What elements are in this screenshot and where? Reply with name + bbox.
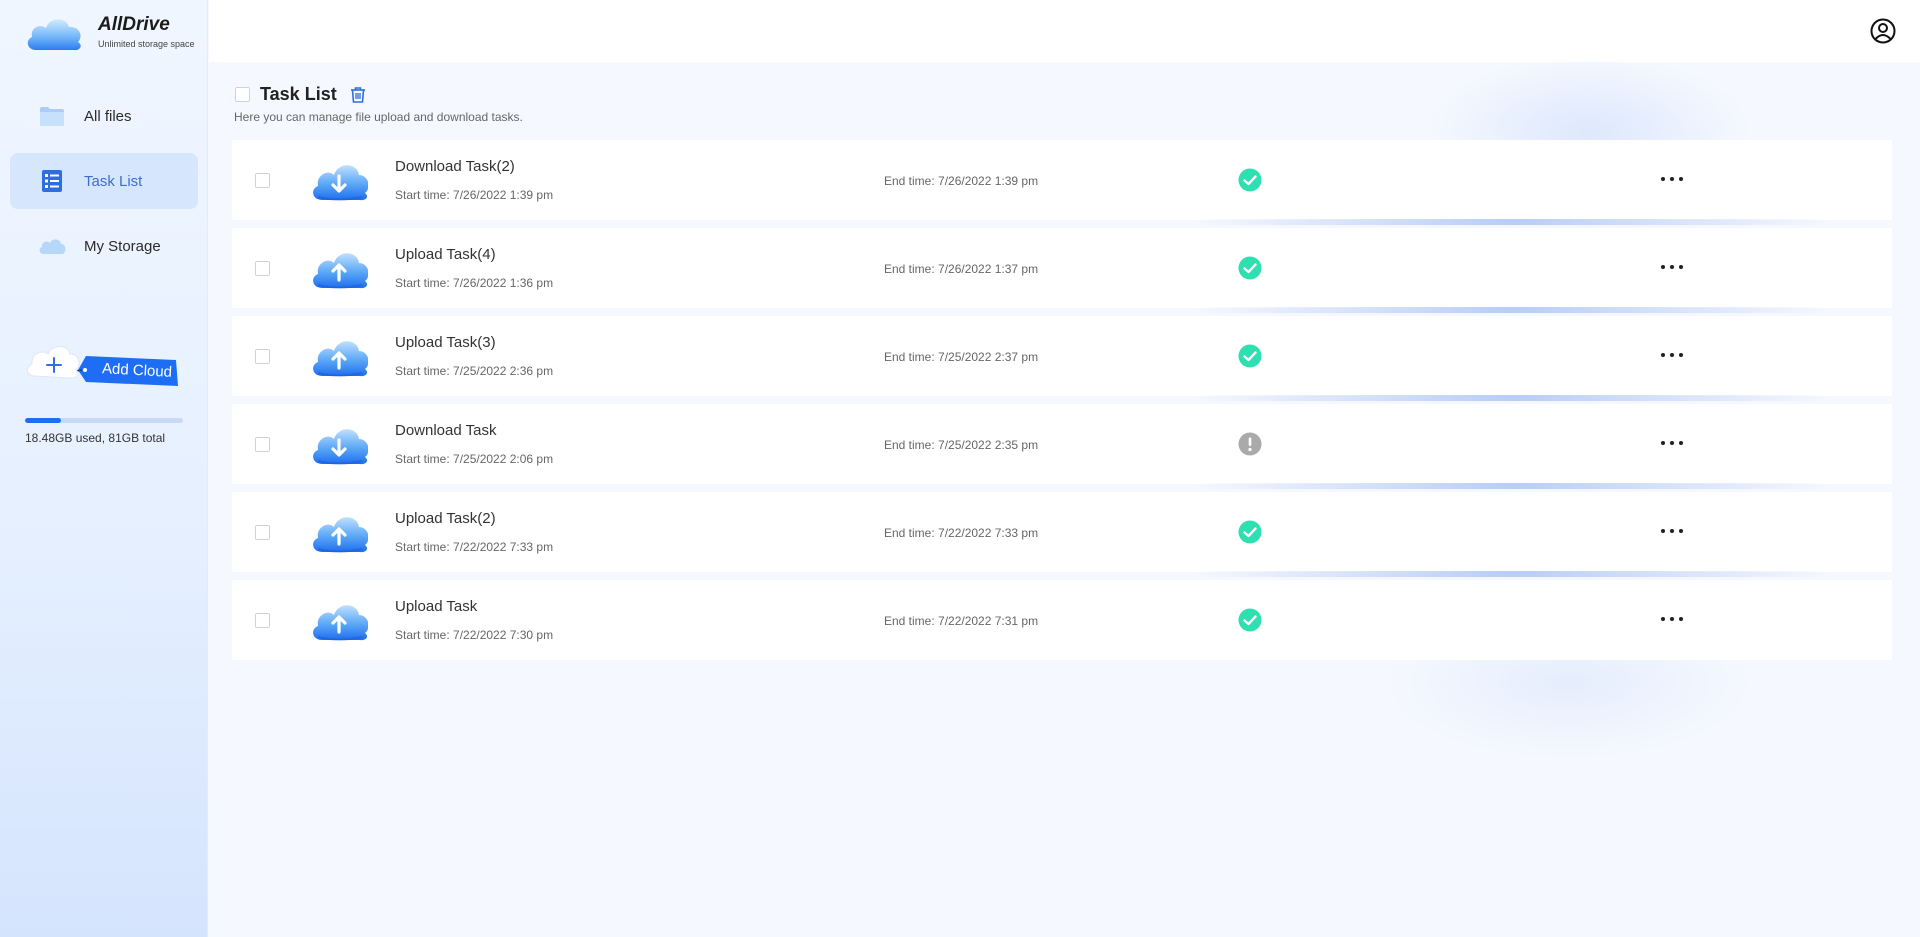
- task-row[interactable]: Download Task Start time: 7/25/2022 2:06…: [232, 404, 1892, 489]
- task-end-time: End time: 7/25/2022 2:37 pm: [884, 350, 1039, 364]
- sidebar-item-all-files[interactable]: All files: [10, 88, 198, 144]
- add-cloud-label: Add Cloud: [101, 360, 173, 381]
- task-checkbox[interactable]: [255, 261, 270, 276]
- cloud-upload-icon: [313, 253, 368, 289]
- task-end-time: End time: 7/22/2022 7:31 pm: [884, 614, 1039, 628]
- task-checkbox[interactable]: [255, 349, 270, 364]
- page-subtitle: Here you can manage file upload and down…: [234, 110, 523, 124]
- task-end-time: End time: 7/26/2022 1:39 pm: [884, 174, 1039, 188]
- more-options-button[interactable]: [1654, 516, 1690, 546]
- app-tagline: Unlimited storage space: [98, 39, 195, 49]
- app-logo[interactable]: AllDrive Unlimited storage space: [24, 12, 195, 52]
- sidebar-nav: All files Task List My Storage: [10, 88, 198, 283]
- add-cloud-button[interactable]: Add Cloud: [26, 340, 186, 392]
- success-check-icon: [1238, 520, 1262, 544]
- task-name: Upload Task(4): [395, 246, 496, 263]
- more-options-button[interactable]: [1654, 604, 1690, 634]
- select-all-checkbox[interactable]: [235, 87, 250, 102]
- task-start-time: Start time: 7/26/2022 1:36 pm: [395, 276, 554, 290]
- storage-progress-fill: [25, 418, 62, 423]
- task-name: Upload Task(3): [395, 334, 496, 351]
- storage-usage: 18.48GB used, 81GB total: [25, 418, 183, 445]
- warning-icon: [1238, 432, 1262, 456]
- task-start-time: Start time: 7/26/2022 1:39 pm: [395, 188, 554, 202]
- more-options-button[interactable]: [1654, 340, 1690, 370]
- task-start-time: Start time: 7/25/2022 2:06 pm: [395, 452, 554, 466]
- sidebar-item-task-list[interactable]: Task List: [10, 153, 198, 209]
- storage-progress-bar: [25, 418, 183, 423]
- trash-icon[interactable]: [349, 86, 367, 104]
- logo-text: AllDrive Unlimited storage space: [98, 14, 195, 50]
- main-content: Task List Here you can manage file uploa…: [209, 62, 1920, 937]
- folder-icon: [38, 102, 66, 130]
- success-check-icon: [1238, 608, 1262, 632]
- task-row[interactable]: Upload Task(4) Start time: 7/26/2022 1:3…: [232, 228, 1892, 313]
- page-title: Task List: [260, 84, 337, 104]
- cloud-storage-icon: [38, 232, 66, 260]
- task-row[interactable]: Upload Task(2) Start time: 7/22/2022 7:3…: [232, 492, 1892, 577]
- sidebar-item-label: All files: [84, 107, 132, 125]
- success-check-icon: [1238, 256, 1262, 280]
- task-list-icon: [38, 167, 66, 195]
- more-options-button[interactable]: [1654, 428, 1690, 458]
- cloud-download-icon: [313, 165, 368, 201]
- task-start-time: Start time: 7/22/2022 7:30 pm: [395, 628, 554, 642]
- task-end-time: End time: 7/22/2022 7:33 pm: [884, 526, 1039, 540]
- task-name: Download Task(2): [395, 158, 515, 175]
- success-check-icon: [1238, 168, 1262, 192]
- task-checkbox[interactable]: [255, 525, 270, 540]
- cloud-upload-icon: [313, 517, 368, 553]
- task-name: Upload Task(2): [395, 510, 496, 527]
- task-start-time: Start time: 7/22/2022 7:33 pm: [395, 540, 554, 554]
- task-end-time: End time: 7/25/2022 2:35 pm: [884, 438, 1039, 452]
- sidebar-item-label: My Storage: [84, 237, 161, 255]
- task-checkbox[interactable]: [255, 437, 270, 452]
- success-check-icon: [1238, 344, 1262, 368]
- cloud-upload-icon: [313, 341, 368, 377]
- more-options-button[interactable]: [1654, 252, 1690, 282]
- task-row[interactable]: Upload Task Start time: 7/22/2022 7:30 p…: [232, 580, 1892, 660]
- cloud-download-icon: [313, 429, 368, 465]
- task-name: Upload Task: [395, 598, 478, 615]
- task-row[interactable]: Upload Task(3) Start time: 7/25/2022 2:3…: [232, 316, 1892, 401]
- task-row[interactable]: Download Task(2) Start time: 7/26/2022 1…: [232, 140, 1892, 225]
- user-avatar-icon[interactable]: [1870, 18, 1896, 44]
- title-row: Task List: [235, 84, 367, 105]
- top-header: [209, 0, 1920, 62]
- task-checkbox[interactable]: [255, 613, 270, 628]
- storage-text: 18.48GB used, 81GB total: [25, 431, 166, 445]
- app-name: AllDrive: [98, 14, 170, 35]
- cloud-logo-icon: [27, 19, 81, 51]
- task-checkbox[interactable]: [255, 173, 270, 188]
- task-start-time: Start time: 7/25/2022 2:36 pm: [395, 364, 554, 378]
- sidebar: AllDrive Unlimited storage space All fil…: [0, 0, 208, 937]
- task-list: Download Task(2) Start time: 7/26/2022 1…: [232, 140, 1892, 668]
- task-name: Download Task: [395, 422, 497, 439]
- cloud-upload-icon: [313, 605, 368, 641]
- sidebar-item-my-storage[interactable]: My Storage: [10, 218, 198, 274]
- task-end-time: End time: 7/26/2022 1:37 pm: [884, 262, 1039, 276]
- more-options-button[interactable]: [1654, 164, 1690, 194]
- sidebar-item-label: Task List: [84, 172, 143, 190]
